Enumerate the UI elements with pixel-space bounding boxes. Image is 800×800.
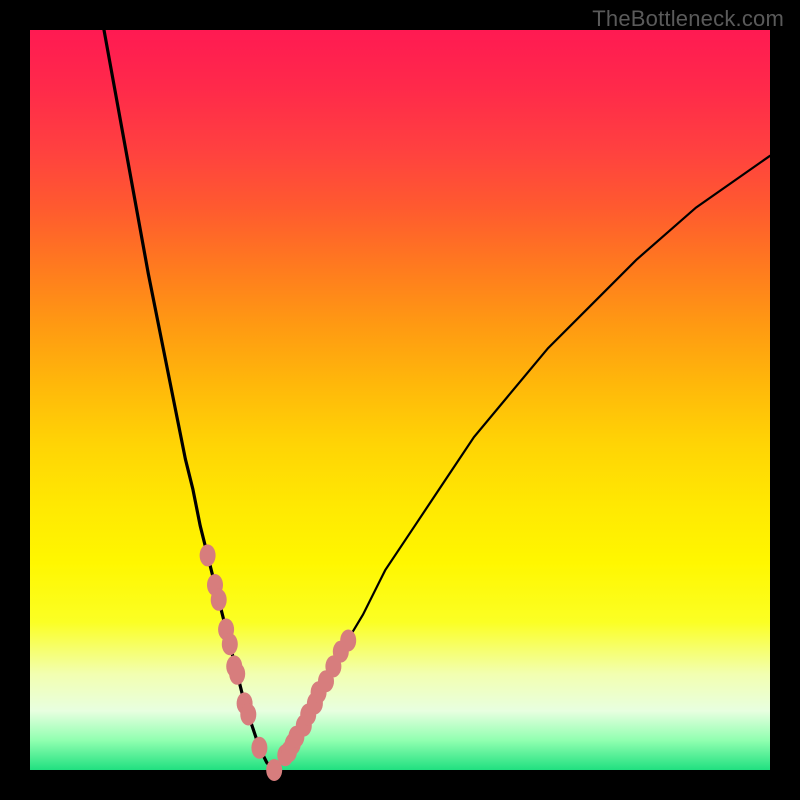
data-marker [240,704,256,726]
scatter-markers [200,544,357,781]
curve-left [104,30,274,770]
data-marker [211,589,227,611]
left-curve [104,30,274,770]
curve-right [274,156,770,770]
plot-area [30,30,770,770]
chart-svg [30,30,770,770]
data-marker [340,630,356,652]
chart-frame: TheBottleneck.com [0,0,800,800]
watermark-text: TheBottleneck.com [592,6,784,32]
data-marker [222,633,238,655]
right-curve [274,156,770,770]
data-marker [200,544,216,566]
data-marker [229,663,245,685]
data-marker [251,737,267,759]
